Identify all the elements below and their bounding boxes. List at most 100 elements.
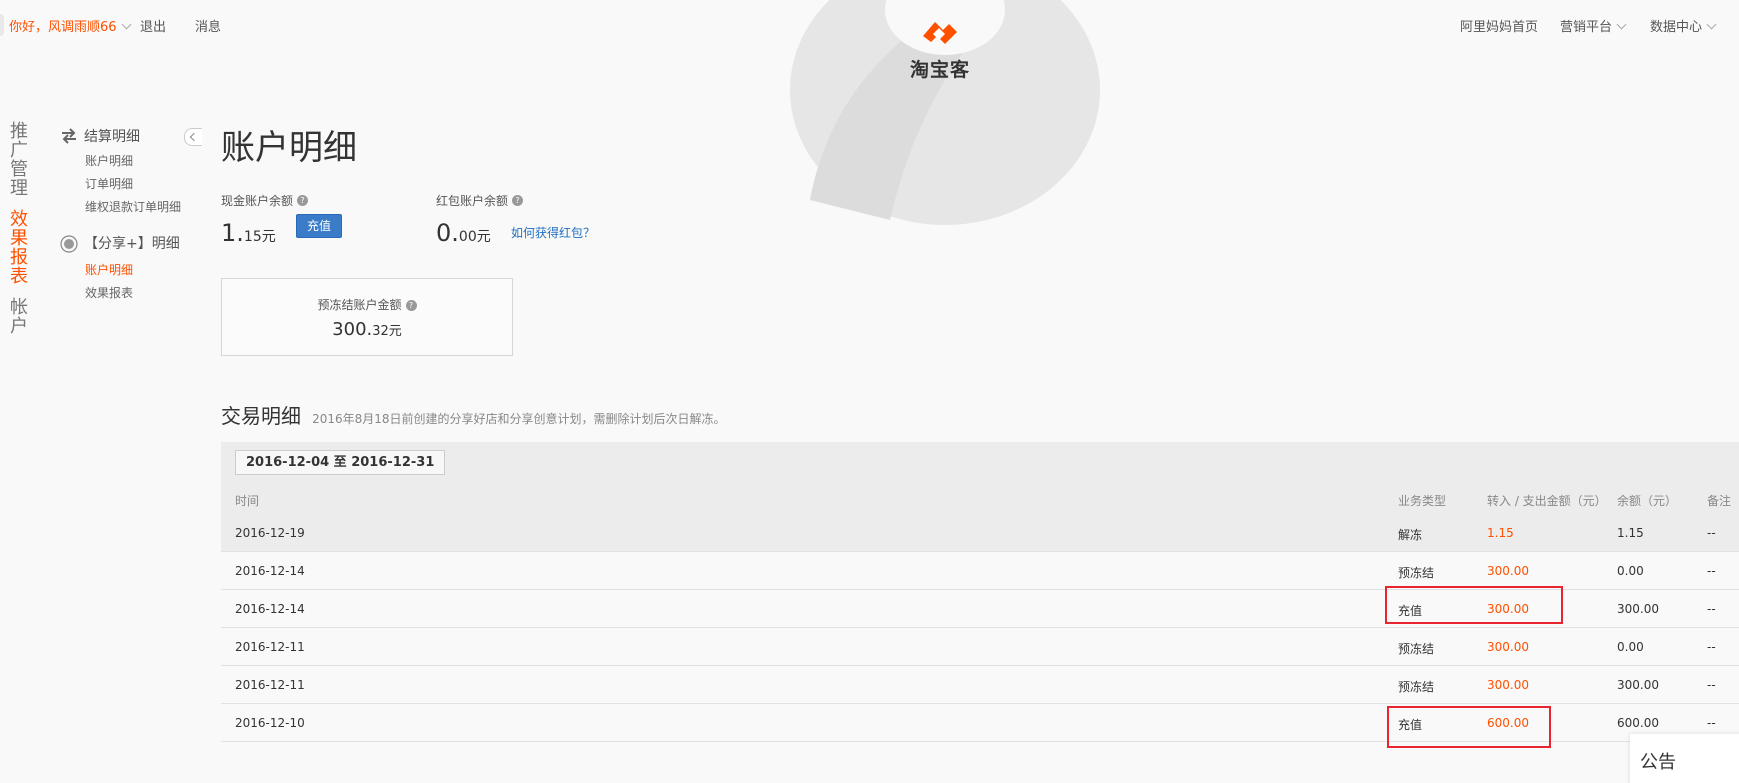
- table-row: 2016-12-10 充值 600.00 600.00 --: [221, 704, 1739, 742]
- announcement-tab[interactable]: 公告: [1630, 734, 1739, 783]
- date-range-picker[interactable]: 2016-12-04 至 2016-12-31: [235, 450, 446, 475]
- cell-remark: --: [1707, 716, 1716, 730]
- nav-promotion-management[interactable]: 推广管理: [10, 122, 32, 198]
- cell-time: 2016-12-19: [235, 526, 305, 540]
- submenu-share-account-details[interactable]: 账户明细: [85, 259, 200, 282]
- edge-tab: [0, 14, 4, 36]
- messages-link[interactable]: 消息: [195, 16, 221, 35]
- cash-balance-int: 1.: [221, 219, 244, 247]
- submenu-order-details[interactable]: 订单明细: [85, 173, 200, 196]
- table-row: 2016-12-14 预冻结 300.00 0.00 --: [221, 552, 1739, 590]
- prefrozen-balance-label-text: 预冻结账户金额: [317, 298, 402, 312]
- data-center-menu[interactable]: 数据中心: [1650, 16, 1717, 35]
- top-bar: 你好，风调雨顺66 退出 消息 阿里妈妈首页 营销平台 数据中心: [0, 0, 1739, 46]
- cash-balance: 现金账户余额? 1.15元 充值: [221, 190, 342, 247]
- cell-time: 2016-12-14: [235, 602, 305, 616]
- how-to-get-hongbao-link[interactable]: 如何获得红包？: [511, 224, 595, 241]
- cash-balance-label: 现金账户余额: [221, 194, 294, 208]
- transactions-header: 交易明细 2016年8月18日前创建的分享好店和分享创意计划，需删除计划后次日解…: [221, 400, 726, 429]
- submenu-refund-order-details[interactable]: 维权退款订单明细: [85, 196, 200, 219]
- cell-amount: 300.00: [1487, 602, 1529, 616]
- column-header-time: 时间: [235, 494, 260, 508]
- page: 你好，风调雨顺66 退出 消息 阿里妈妈首页 营销平台 数据中心 淘宝客 推广管…: [0, 0, 1739, 783]
- sub-menu: 结算明细 账户明细 订单明细 维权退款订单明细 【分享+】明细 账户明细 效果报…: [60, 126, 200, 305]
- cell-balance: 300.00: [1617, 602, 1659, 616]
- table-row: 2016-12-11 预冻结 300.00 0.00 --: [221, 628, 1739, 666]
- transactions-title: 交易明细: [221, 404, 301, 428]
- prefrozen-balance-value: 300.32元: [222, 319, 512, 340]
- table-toolbar: 2016-12-04 至 2016-12-31 时间 业务类型 转入 / 支出金…: [221, 442, 1739, 514]
- cell-balance: 300.00: [1617, 678, 1659, 692]
- cell-remark: --: [1707, 564, 1716, 578]
- user-greeting-menu[interactable]: 你好，风调雨顺66: [9, 16, 131, 35]
- settlement-details-title: 结算明细: [84, 129, 140, 145]
- cell-remark: --: [1707, 640, 1716, 654]
- cell-type: 预冻结: [1398, 566, 1435, 580]
- hongbao-balance-unit: 元: [476, 229, 491, 245]
- alimama-home-link[interactable]: 阿里妈妈首页: [1460, 16, 1538, 35]
- recharge-button[interactable]: 充值: [296, 214, 342, 238]
- hongbao-balance-label: 红包账户余额: [436, 194, 509, 208]
- cell-type: 充值: [1398, 718, 1423, 732]
- cell-balance: 0.00: [1617, 640, 1644, 654]
- collapse-sidebar-button[interactable]: [184, 128, 202, 146]
- cell-time: 2016-12-11: [235, 678, 305, 692]
- cash-balance-dec: 15: [243, 229, 262, 245]
- cell-type: 充值: [1398, 604, 1423, 618]
- share-plus-details-group[interactable]: 【分享+】明细: [60, 233, 200, 253]
- marketing-platform-menu[interactable]: 营销平台: [1560, 16, 1627, 35]
- cell-time: 2016-12-14: [235, 564, 305, 578]
- marketing-platform-label: 营销平台: [1560, 20, 1613, 35]
- vertical-nav: 推广管理 效果报表 帐户: [10, 122, 32, 348]
- hongbao-balance-value: 0.00元: [436, 219, 523, 247]
- cell-amount: 1.15: [1487, 526, 1514, 540]
- cell-type: 预冻结: [1398, 680, 1435, 694]
- nav-effect-reports[interactable]: 效果报表: [10, 210, 32, 286]
- cash-balance-value: 1.15元: [221, 219, 308, 247]
- cell-balance: 600.00: [1617, 716, 1659, 730]
- share-badge-icon: [60, 235, 78, 253]
- logout-link[interactable]: 退出: [140, 16, 166, 35]
- hongbao-balance-dec: 00: [458, 229, 477, 245]
- cell-amount: 300.00: [1487, 678, 1529, 692]
- column-header-balance: 余额（元）: [1617, 494, 1678, 508]
- nav-account[interactable]: 帐户: [10, 298, 32, 336]
- settlement-details-group[interactable]: 结算明细: [60, 126, 200, 146]
- cell-remark: --: [1707, 678, 1716, 692]
- column-header-amount: 转入 / 支出金额（元）: [1487, 494, 1607, 508]
- cell-amount: 600.00: [1487, 716, 1529, 730]
- column-header-type: 业务类型: [1398, 494, 1447, 508]
- swap-arrows-icon: [60, 128, 78, 144]
- cell-amount: 300.00: [1487, 564, 1529, 578]
- chevron-down-icon: [121, 19, 131, 30]
- prefrozen-balance-card: 预冻结账户金额? 300.32元: [221, 278, 513, 356]
- help-icon[interactable]: ?: [297, 195, 309, 206]
- cell-balance: 1.15: [1617, 526, 1644, 540]
- table-row: 2016-12-14 充值 300.00 300.00 --: [221, 590, 1739, 628]
- help-icon[interactable]: ?: [405, 300, 417, 311]
- help-icon[interactable]: ?: [512, 195, 524, 206]
- cell-remark: --: [1707, 526, 1716, 540]
- hongbao-balance-int: 0.: [436, 219, 459, 247]
- data-center-label: 数据中心: [1650, 20, 1703, 35]
- cell-balance: 0.00: [1617, 564, 1644, 578]
- hongbao-balance: 红包账户余额? 0.00元 如何获得红包？: [436, 190, 595, 247]
- prefrozen-balance-label: 预冻结账户金额?: [222, 296, 512, 313]
- logo-text: 淘宝客: [909, 59, 970, 81]
- transactions-table: 2016-12-04 至 2016-12-31 时间 业务类型 转入 / 支出金…: [221, 442, 1739, 742]
- user-greeting-text: 你好，风调雨顺66: [9, 20, 117, 35]
- column-header-remark: 备注: [1707, 494, 1732, 508]
- table-row: 2016-12-19 解冻 1.15 1.15 --: [221, 514, 1739, 552]
- submenu-account-details[interactable]: 账户明细: [85, 150, 200, 173]
- cash-balance-unit: 元: [261, 229, 276, 245]
- submenu-share-effect-report[interactable]: 效果报表: [85, 282, 200, 305]
- taobaoke-logo[interactable]: 淘宝客: [900, 16, 980, 82]
- cell-remark: --: [1707, 602, 1716, 616]
- chevron-down-icon: [1706, 19, 1717, 30]
- chevron-down-icon: [1616, 19, 1627, 30]
- cell-type: 预冻结: [1398, 642, 1435, 656]
- taobaoke-logo-icon: [923, 22, 957, 44]
- cell-time: 2016-12-11: [235, 640, 305, 654]
- cell-type: 解冻: [1398, 528, 1423, 542]
- transactions-note: 2016年8月18日前创建的分享好店和分享创意计划，需删除计划后次日解冻。: [312, 412, 726, 426]
